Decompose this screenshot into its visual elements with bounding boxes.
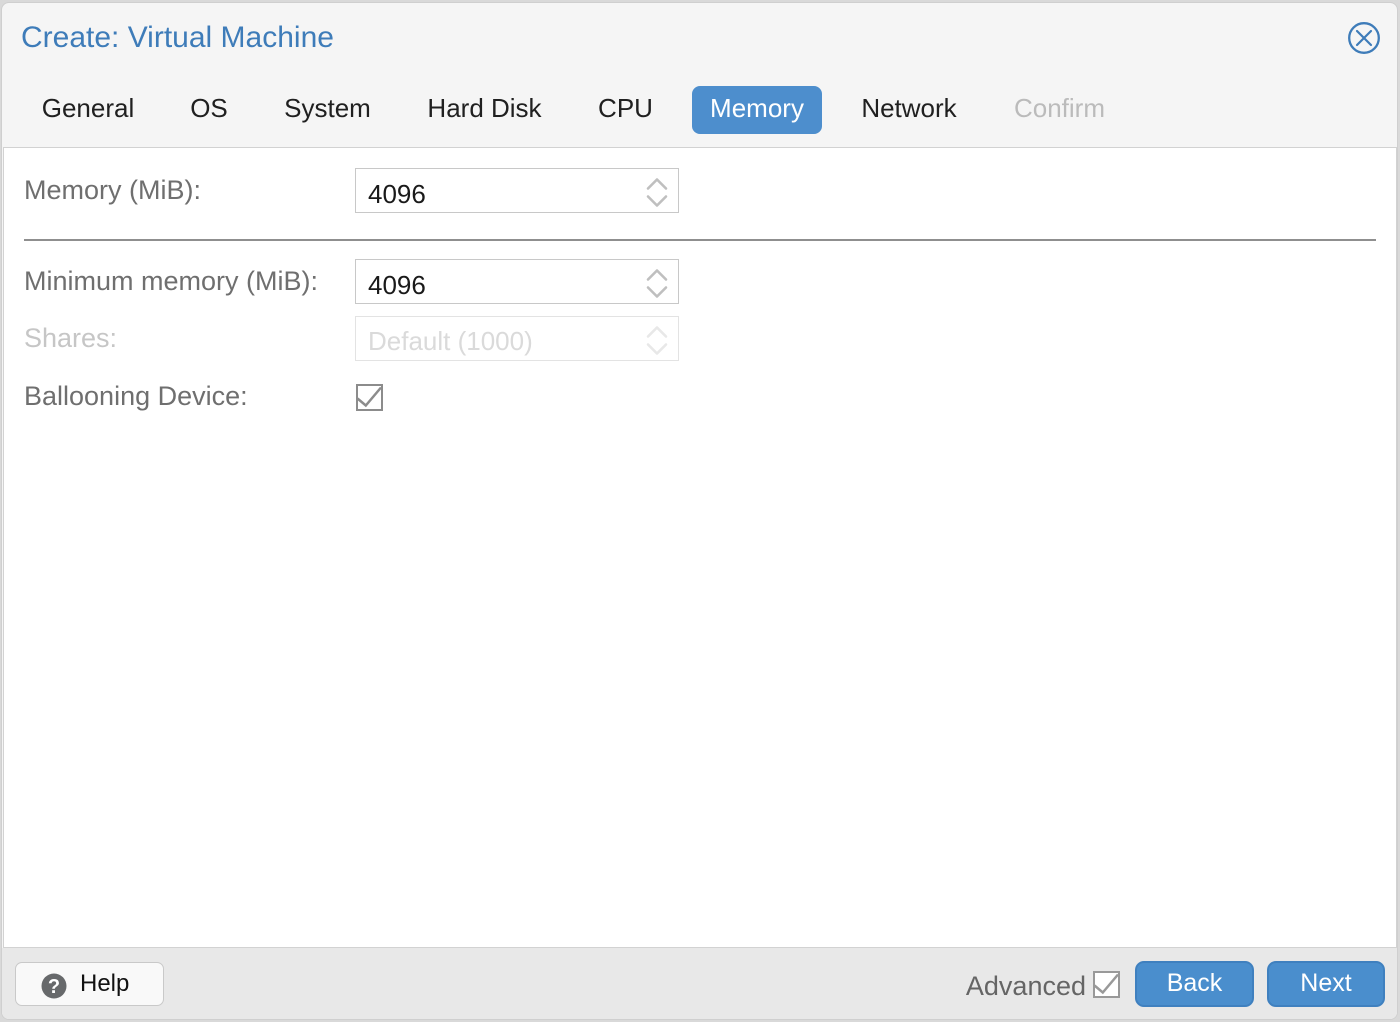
svg-text:?: ? (48, 976, 60, 998)
